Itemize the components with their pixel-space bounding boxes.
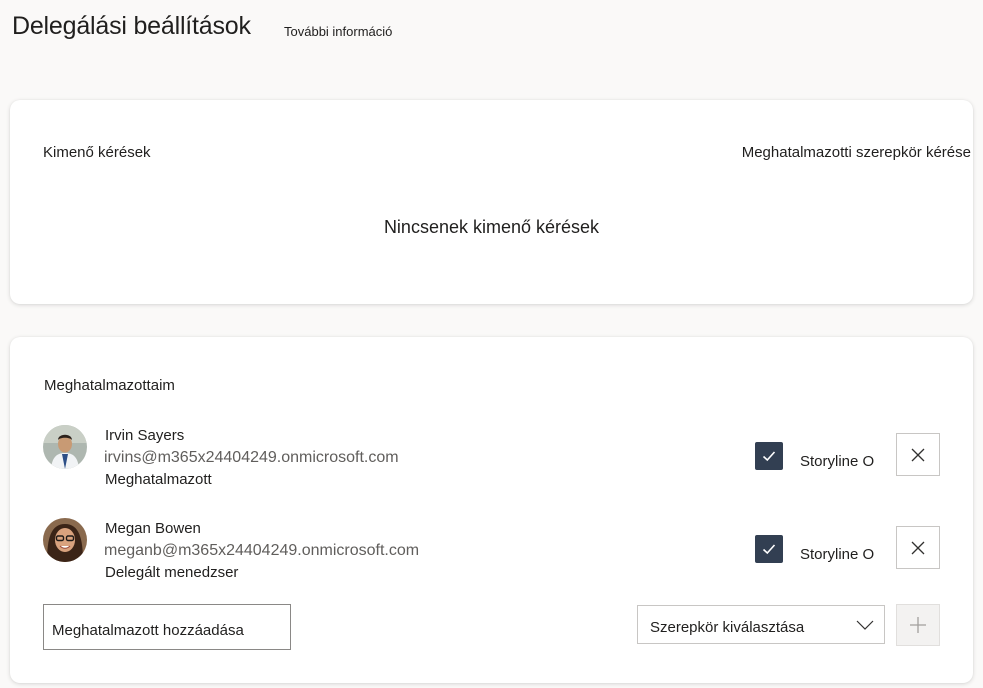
add-delegate-input[interactable]: Meghatalmazott hozzáadása [43,604,291,650]
storyline-checkbox[interactable] [755,535,783,563]
checkmark-icon [762,451,776,462]
remove-delegate-button[interactable] [896,526,940,569]
checkmark-icon [762,544,776,555]
delegate-role: Delegált menedzser [105,564,239,581]
storyline-checkbox[interactable] [755,442,783,470]
delegate-email: irvins@m365x24404249.onmicrosoft.com [104,449,399,466]
delegate-row: Irvin Sayers irvins@m365x24404249.onmicr… [10,421,973,497]
outgoing-requests-heading: Kimenő kérések [43,144,151,161]
delegate-role: Meghatalmazott [105,471,212,488]
plus-icon [910,617,926,633]
remove-delegate-button[interactable] [896,433,940,476]
avatar [43,425,87,469]
page-title: Delegálási beállítások [12,12,251,40]
storyline-checkbox-label: Storyline O [800,453,875,470]
delegate-name: Irvin Sayers [105,427,185,444]
delegate-row: Megan Bowen meganb@m365x24404249.onmicro… [10,514,973,590]
avatar [43,518,87,562]
more-info-link[interactable]: További információ [284,24,392,39]
my-delegates-heading: Meghatalmazottaim [44,377,175,394]
role-select-dropdown[interactable]: Szerepkör kiválasztása [637,605,885,644]
empty-state-message: Nincsenek kimenő kérések [383,217,600,237]
request-delegate-role-link[interactable]: Meghatalmazotti szerepkör kérése [742,144,971,161]
storyline-checkbox-label: Storyline O [800,546,875,563]
outgoing-requests-card: Kimenő kérések Meghatalmazotti szerepkör… [10,100,973,304]
close-icon [911,541,925,554]
chevron-down-icon [856,620,874,630]
role-select-value: Szerepkör kiválasztása [650,619,805,636]
close-icon [911,448,925,461]
my-delegates-card: Meghatalmazottaim Irvin Sayers irvins@m3… [10,337,973,683]
add-delegate-button[interactable] [896,604,940,646]
delegate-name: Megan Bowen [105,520,201,537]
delegate-email: meganb@m365x24404249.onmicrosoft.com [104,542,420,559]
